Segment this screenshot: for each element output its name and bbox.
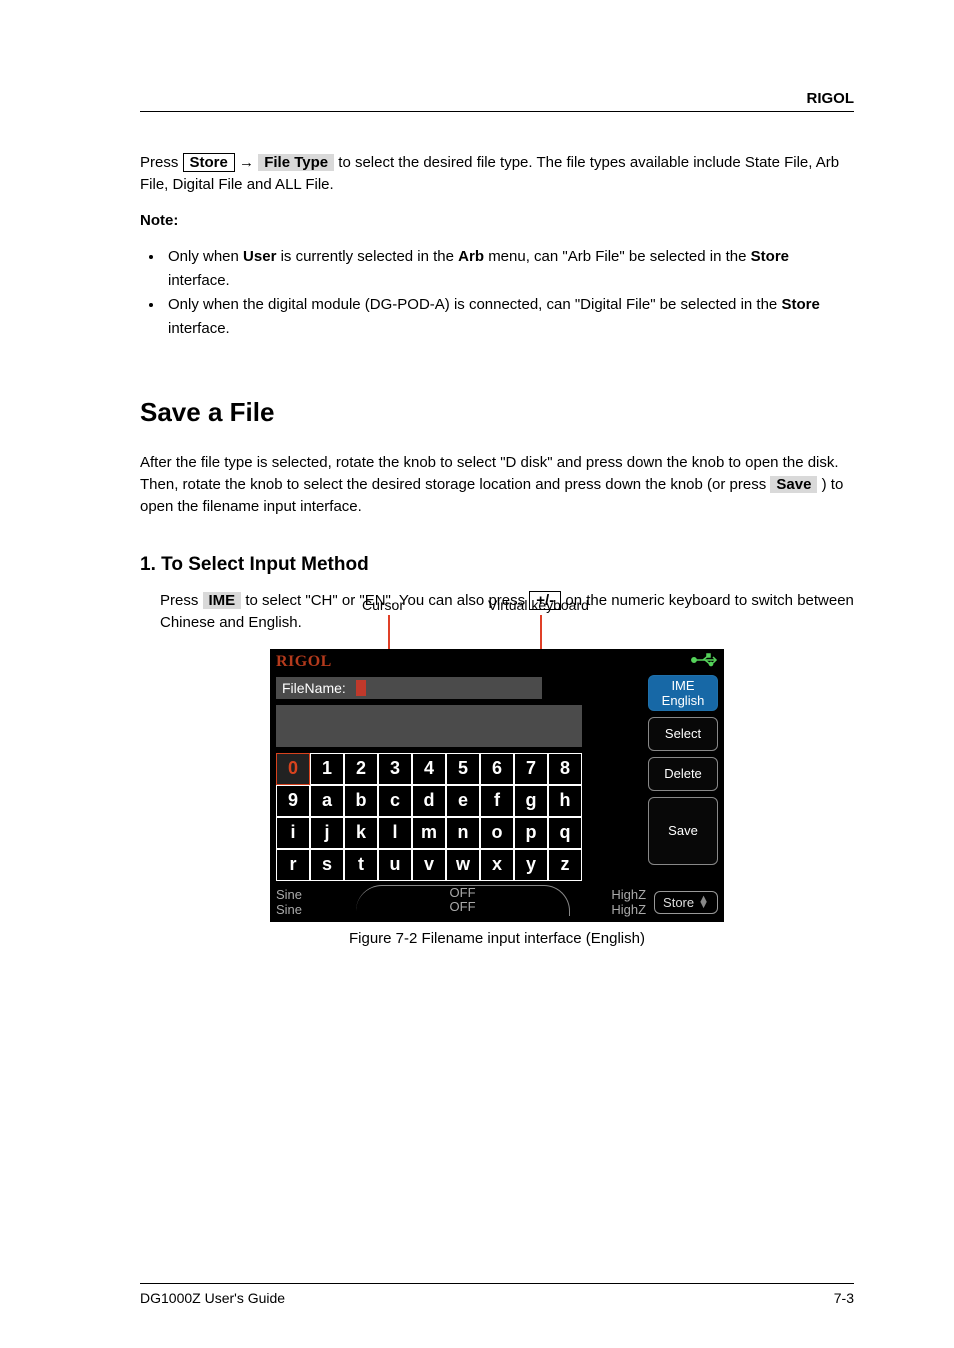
- vkey-e[interactable]: e: [446, 785, 480, 817]
- vkey-p[interactable]: p: [514, 817, 548, 849]
- step-heading-select-input: 1. To Select Input Method: [140, 554, 854, 576]
- softkey-save-button[interactable]: Save: [648, 797, 718, 865]
- vkey-n[interactable]: n: [446, 817, 480, 849]
- hardkey-store: Store: [183, 153, 235, 172]
- vkey-h[interactable]: h: [548, 785, 582, 817]
- status-mid: OFF OFF: [356, 885, 570, 917]
- device-brand: RIGOL: [276, 653, 332, 671]
- vkey-c[interactable]: c: [378, 785, 412, 817]
- vkey-j[interactable]: j: [310, 817, 344, 849]
- device-screenshot: RIGOL FileName: 012345678 9abcdefgh ijkl…: [270, 649, 724, 923]
- softkey-save: Save: [770, 476, 817, 493]
- preview-box: [276, 705, 582, 747]
- vkey-6[interactable]: 6: [480, 753, 514, 785]
- vkey-9[interactable]: 9: [276, 785, 310, 817]
- header-bar: RIGOL: [140, 90, 854, 112]
- vkey-0[interactable]: 0: [276, 753, 310, 785]
- status-store-button[interactable]: Store ▲▼: [654, 891, 718, 914]
- footer-right: 7-3: [834, 1290, 854, 1306]
- brand: RIGOL: [807, 90, 855, 107]
- figure-caption: Figure 7-2 Filename input interface (Eng…: [270, 930, 724, 947]
- kbd-row-3: ijklmnopq: [276, 817, 582, 849]
- filename-label: FileName:: [276, 677, 352, 699]
- softkey-file-type: File Type: [258, 154, 334, 171]
- vkey-g[interactable]: g: [514, 785, 548, 817]
- vkey-2[interactable]: 2: [344, 753, 378, 785]
- vkey-8[interactable]: 8: [548, 753, 582, 785]
- filename-input[interactable]: [352, 677, 542, 699]
- swap-icon: ▲▼: [698, 896, 709, 908]
- footer-left: DG1000Z User's Guide: [140, 1290, 285, 1306]
- status-left: Sine Sine: [276, 887, 366, 917]
- titlebar: RIGOL: [270, 649, 724, 675]
- softkey-delete-button[interactable]: Delete: [648, 757, 718, 791]
- paragraph-intro: Press Store → File Type to select the de…: [140, 152, 854, 196]
- vkey-5[interactable]: 5: [446, 753, 480, 785]
- vkey-w[interactable]: w: [446, 849, 480, 881]
- note-list: Only when User is currently selected in …: [158, 245, 854, 341]
- kbd-row-2: 9abcdefgh: [276, 785, 582, 817]
- vkey-i[interactable]: i: [276, 817, 310, 849]
- vkey-u[interactable]: u: [378, 849, 412, 881]
- vkey-q[interactable]: q: [548, 817, 582, 849]
- virtual-keyboard: 012345678 9abcdefgh ijklmnopq rstuvwxyz: [276, 753, 582, 881]
- vkey-4[interactable]: 4: [412, 753, 446, 785]
- vkey-a[interactable]: a: [310, 785, 344, 817]
- vkey-k[interactable]: k: [344, 817, 378, 849]
- vkey-3[interactable]: 3: [378, 753, 412, 785]
- softkey-ime-button[interactable]: IME English: [648, 675, 718, 711]
- cursor-icon: [356, 680, 366, 696]
- kbd-row-4: rstuvwxyz: [276, 849, 582, 881]
- vkey-d[interactable]: d: [412, 785, 446, 817]
- vkey-x[interactable]: x: [480, 849, 514, 881]
- vkey-1[interactable]: 1: [310, 753, 344, 785]
- softkey-select-button[interactable]: Select: [648, 717, 718, 751]
- kbd-row-1: 012345678: [276, 753, 582, 785]
- vkey-b[interactable]: b: [344, 785, 378, 817]
- figure-wrap: Cursor Virtual keyboard RIGOL FileName: …: [270, 649, 724, 948]
- note-item-1: Only when User is currently selected in …: [164, 245, 854, 293]
- status-bar: Sine Sine OFF OFF HighZ HighZ Store ▲▼: [270, 885, 724, 923]
- paragraph-save-file: After the file type is selected, rotate …: [140, 452, 854, 517]
- vkey-o[interactable]: o: [480, 817, 514, 849]
- softkey-ime: IME: [203, 592, 242, 609]
- arrow-icon: →: [239, 154, 254, 171]
- callout-label-cursor: Cursor: [362, 597, 404, 613]
- vkey-s[interactable]: s: [310, 849, 344, 881]
- section-heading-save-file: Save a File: [140, 397, 854, 428]
- vkey-r[interactable]: r: [276, 849, 310, 881]
- vkey-y[interactable]: y: [514, 849, 548, 881]
- note-item-2: Only when the digital module (DG-POD-A) …: [164, 293, 854, 341]
- vkey-7[interactable]: 7: [514, 753, 548, 785]
- usb-icon: [690, 653, 718, 670]
- footer: DG1000Z User's Guide 7-3: [140, 1283, 854, 1306]
- vkey-m[interactable]: m: [412, 817, 446, 849]
- softkey-column: IME English Select Delete Save: [648, 675, 718, 865]
- note-label: Note:: [140, 210, 854, 232]
- vkey-z[interactable]: z: [548, 849, 582, 881]
- vkey-l[interactable]: l: [378, 817, 412, 849]
- vkey-v[interactable]: v: [412, 849, 446, 881]
- vkey-t[interactable]: t: [344, 849, 378, 881]
- callout-label-virtual: Virtual keyboard: [488, 597, 589, 613]
- status-right: HighZ HighZ: [576, 887, 646, 917]
- vkey-f[interactable]: f: [480, 785, 514, 817]
